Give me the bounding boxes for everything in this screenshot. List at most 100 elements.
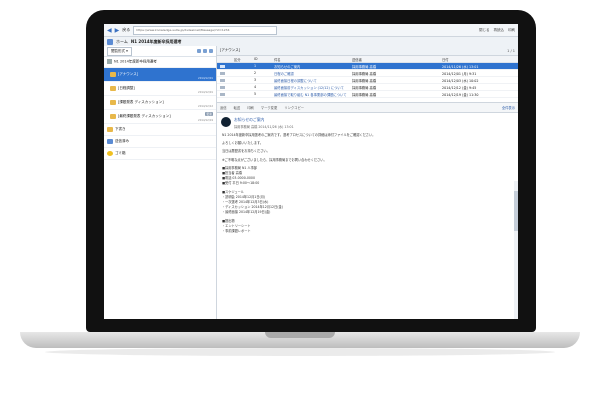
trash-folder-label: ゴミ箱 [115,150,126,155]
folder-item-schedule[interactable]: [日程調整] 2014/12/01 [104,82,216,96]
folder-icon [110,85,116,91]
folder-panel: 閲覧形式 ▾ N1 2014年度新卒採用選考 [アナウンス] 2014/12/0… [104,46,217,319]
sent-folder[interactable]: 送信済み [104,136,216,148]
folder-label: [課題発表 ディスカッション] [118,99,164,104]
table-row[interactable]: 4 最終面接前ディスカッション (12/12) について 採用事務局 高橋 20… [217,84,518,91]
row-subject[interactable]: 日程のご確認 [274,71,352,76]
row-date: 2014/11/26 (水) 13:01 [442,64,479,69]
row-date: 2014/12/01 (月) 9:31 [442,71,477,76]
row-subject[interactable]: 最終面接前ディスカッション (12/12) について [274,85,352,90]
col-sender[interactable]: 送信者 [352,57,442,62]
show-all-button[interactable]: 全件表示 [502,105,515,110]
body-paragraph: 当日は履歴書をお持ちください。 [222,149,270,154]
row-subject[interactable]: お知らせのご案内 [274,64,352,69]
table-row[interactable]: 3 最終面接日程の調整について 採用事務局 高橋 2014/12/03 (水) … [217,77,518,84]
laptop-screen: ◀ ▶ 戻る https://www.knowledge-suite.jp/ds… [104,24,518,319]
page-title: N1 2014年度新卒採用選考 [130,38,182,44]
message-subject: お知らせのご案内 [234,117,265,122]
folder-item-announce[interactable]: [アナウンス] 2014/12/01 [104,67,216,82]
mail-icon [220,78,225,82]
body-paragraph: ■採用事務局 N1 人事部 ■担当者 高橋 ■電話 03-0000-0000 ■… [222,165,260,186]
scrollbar-thumb[interactable] [514,191,518,231]
folder-tools [197,49,213,53]
col-type[interactable]: 区分 [234,57,254,62]
table-row[interactable]: 5 最終面接で取り組む N1 各事業部の課題について 採用事務局 高橋 2014… [217,91,518,98]
top-links: 閉じる 再読込 印刷 [479,28,515,33]
row-sender: 採用事務局 高橋 [352,85,377,90]
body-paragraph: N1 2014年度新卒採用選考のご案内です。選考プロセスについての詳細は添付ファ… [222,133,376,137]
root-folder[interactable]: N1 2014年度新卒採用選考 [104,57,216,68]
update-badge: 更新 [205,111,213,116]
action-bar: 返信 転送 印刷 マーク変更 リンクコピー 全件表示 [217,102,518,113]
back-arrow-icon[interactable]: ◀ [107,27,112,34]
draft-folder-label: 下書き [115,126,126,131]
col-subject[interactable]: 件名 [274,57,352,62]
browser-toolbar: ◀ ▶ 戻る https://www.knowledge-suite.jp/ds… [104,24,518,37]
folder-label: [アナウンス] [118,71,139,76]
message-table: 区分 ID 件名 送信者 日付 1 お知らせのご案内 採用事務局 高橋 2014… [217,56,518,98]
body-paragraph: ※ご不明な点がございましたら、採用事務局までお問い合わせください。 [222,157,327,162]
trash-folder[interactable]: ゴミ箱 [104,148,216,160]
row-id: 5 [254,92,257,96]
message-meta: 採用事務局 高橋 2014/11/26 (水) 13:01 [234,125,294,129]
list-title: [アナウンス] [220,48,241,52]
trash-icon [107,150,113,156]
row-sender: 採用事務局 高橋 [352,92,377,97]
folder-item-final[interactable]: [最終課題発表 ディスカッション] 更新 2014/12/19 [104,110,216,124]
mark-button[interactable]: マーク変更 [261,105,277,110]
sent-folder-label: 送信済み [115,138,129,143]
url-field[interactable]: https://www.knowledge-suite.jp/dsdesknet… [133,25,278,35]
cabinet-icon [107,59,112,64]
table-row[interactable]: 1 お知らせのご案内 採用事務局 高橋 2014/11/26 (水) 13:01 [217,63,518,70]
draft-folder[interactable]: 下書き [104,124,216,136]
mail-icon [220,92,225,96]
home-icon[interactable] [107,38,113,45]
col-date[interactable]: 日付 [442,57,514,62]
print-button[interactable]: 印刷 [247,105,254,110]
folder-item-discussion[interactable]: [課題発表 ディスカッション] 2014/12/12 [104,96,216,110]
root-folder-label: N1 2014年度新卒採用選考 [114,59,157,64]
back-label[interactable]: 戻る [122,27,130,33]
view-dropdown-label: 閲覧形式 [111,48,125,53]
draft-folder-icon [107,126,113,132]
row-id: 2 [254,71,257,75]
body-paragraph: ■提出物 ・エントリーシート ・事前課題レポート [222,218,251,234]
edit-icon[interactable] [197,49,201,53]
table-row[interactable]: 2 日程のご確認 採用事務局 高橋 2014/12/01 (月) 9:31 [217,70,518,77]
folder-icon [110,113,116,119]
view-dropdown[interactable]: 閲覧形式 ▾ [107,46,132,56]
row-date: 2014/12/19 (金) 11:30 [442,92,479,97]
message-body: N1 2014年度新卒採用選考のご案内です。選考プロセスについての詳細は添付ファ… [217,131,518,275]
add-icon[interactable] [209,49,213,53]
body-paragraph: ■スケジュール ・説明会 2014年12月1日(月) ・一次選考 2014年12… [222,189,283,215]
home-label[interactable]: ホーム [116,39,128,45]
folder-date: 2014/12/01 [198,90,213,94]
forward-button[interactable]: 転送 [234,105,241,110]
folder-toolbar: 閲覧形式 ▾ [104,46,216,57]
reply-button[interactable]: 返信 [220,105,227,110]
mail-icon [220,85,225,89]
settings-icon[interactable] [203,49,207,53]
message-header: お知らせのご案内 採用事務局 高橋 2014/11/26 (水) 13:01 [217,113,518,131]
top-link-0[interactable]: 閉じる [479,28,490,33]
list-header: [アナウンス] 1 / 1 [217,46,518,56]
pager[interactable]: 1 / 1 [507,49,515,53]
top-link-1[interactable]: 再読込 [494,28,505,33]
row-id: 1 [254,64,257,68]
row-subject[interactable]: 最終面接日程の調整について [274,78,352,83]
mail-icon [220,64,225,68]
row-sender: 採用事務局 高橋 [352,64,377,69]
forward-arrow-icon[interactable]: ▶ [115,27,120,34]
row-subject[interactable]: 最終面接で取り組む N1 各事業部の課題について [274,92,352,97]
avatar [221,117,231,127]
body-paragraph: よろしくお願いいたします。 [222,141,264,146]
copy-link-button[interactable]: リンクコピー [284,105,304,110]
row-sender: 採用事務局 高橋 [352,78,377,83]
folder-label: [日程調整] [118,85,135,90]
row-id: 3 [254,78,257,82]
top-link-2[interactable]: 印刷 [508,28,515,33]
folder-label: [最終課題発表 ディスカッション] [118,113,171,118]
table-header: 区分 ID 件名 送信者 日付 [217,56,518,63]
col-id[interactable]: ID [254,57,274,61]
folder-date: 2014/12/19 [198,118,213,122]
